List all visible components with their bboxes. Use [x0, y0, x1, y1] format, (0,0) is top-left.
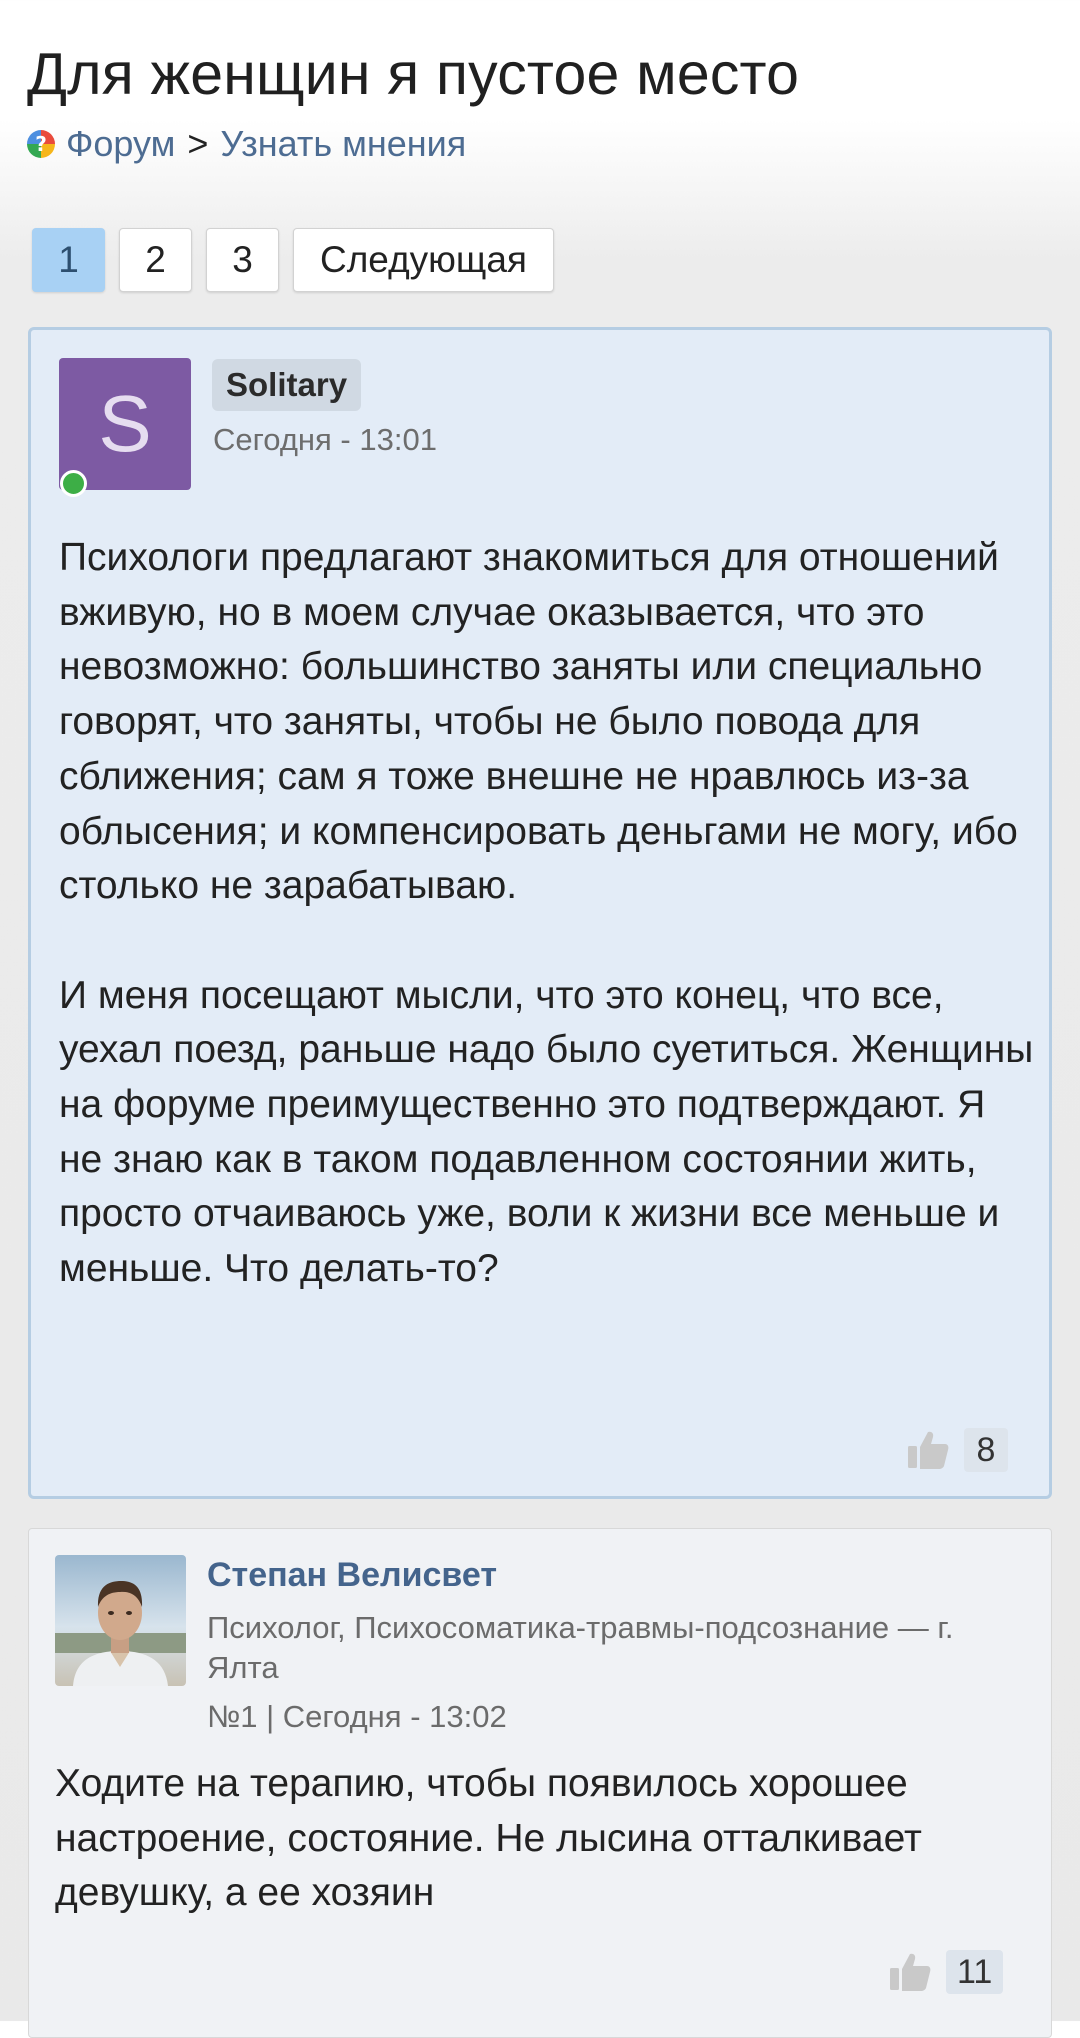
breadcrumb-separator: > [187, 123, 209, 164]
page-title: Для женщин я пустое место [27, 41, 800, 107]
reply-body: Ходите на терапию, чтобы появилось хорош… [55, 1762, 922, 1915]
main-post: S Solitary Сегодня - 13:01 Психологи пре… [28, 327, 1052, 1499]
page-button-2[interactable]: 2 [119, 228, 192, 292]
breadcrumb: ? Форум > Узнать мнения [27, 122, 466, 166]
reply-post-like: 11 [888, 1950, 1004, 1994]
thumbs-up-icon[interactable] [906, 1428, 950, 1472]
avatar[interactable] [55, 1555, 186, 1686]
next-page-button[interactable]: Следующая [293, 228, 554, 292]
forum-logo-icon: ? [27, 130, 55, 158]
reply-author-role: Психолог, Психосоматика-травмы-подсознан… [207, 1610, 954, 1685]
pagination: 1 2 3 Следующая [32, 228, 568, 292]
post-timestamp: Сегодня - 13:01 [213, 422, 437, 457]
breadcrumb-section-link[interactable]: Узнать мнения [220, 123, 466, 165]
post-paragraph: Психологи предлагают знакомиться для отн… [59, 536, 1018, 908]
avatar-photo [55, 1555, 186, 1686]
breadcrumb-forum-link[interactable]: Форум [66, 123, 175, 165]
post-author[interactable]: Solitary [212, 359, 362, 411]
post-body: Психологи предлагают знакомиться для отн… [59, 531, 1034, 1297]
page-button-1[interactable]: 1 [32, 228, 105, 292]
online-status-indicator [60, 470, 87, 497]
post-paragraph: И меня посещают мысли, что это конец, чт… [59, 973, 1034, 1291]
thumbs-up-icon[interactable] [888, 1950, 932, 1994]
page-button-3[interactable]: 3 [206, 228, 279, 292]
like-count: 8 [964, 1428, 1008, 1472]
reply-meta: №1 | Сегодня - 13:02 [207, 1699, 507, 1734]
like-count: 11 [946, 1950, 1004, 1994]
reply-author-link[interactable]: Степан Велисвет [207, 1556, 497, 1595]
main-post-like: 8 [906, 1428, 1008, 1472]
